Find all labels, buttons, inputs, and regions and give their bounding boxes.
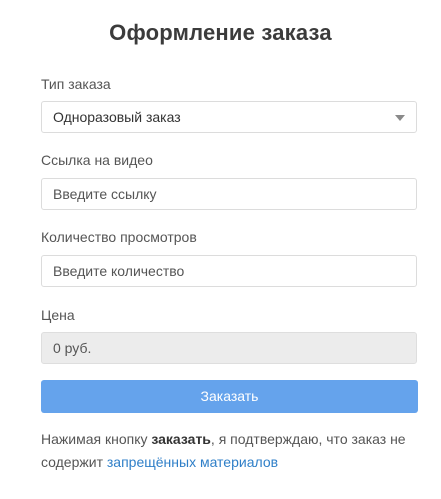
agreement-prefix: Нажимая кнопку xyxy=(41,431,152,447)
video-link-label: Ссылка на видео xyxy=(41,152,153,168)
order-type-select[interactable]: Одноразовый заказ xyxy=(41,101,417,133)
order-type-value: Одноразовый заказ xyxy=(53,109,181,125)
views-count-label: Количество просмотров xyxy=(41,229,197,245)
submit-order-button[interactable]: Заказать xyxy=(41,380,418,413)
prohibited-materials-link[interactable]: запрещённых материалов xyxy=(107,454,278,470)
page-title: Оформление заказа xyxy=(109,20,332,45)
agreement-note: Нажимая кнопку заказать, я подтверждаю, … xyxy=(41,428,426,474)
agreement-bold: заказать xyxy=(151,431,211,447)
chevron-down-icon xyxy=(395,115,405,121)
views-count-input[interactable]: Введите количество xyxy=(41,255,417,287)
order-type-label: Тип заказа xyxy=(41,76,111,92)
video-link-input[interactable]: Введите ссылку xyxy=(41,178,417,210)
price-field: 0 руб. xyxy=(41,332,417,364)
price-label: Цена xyxy=(41,307,75,323)
